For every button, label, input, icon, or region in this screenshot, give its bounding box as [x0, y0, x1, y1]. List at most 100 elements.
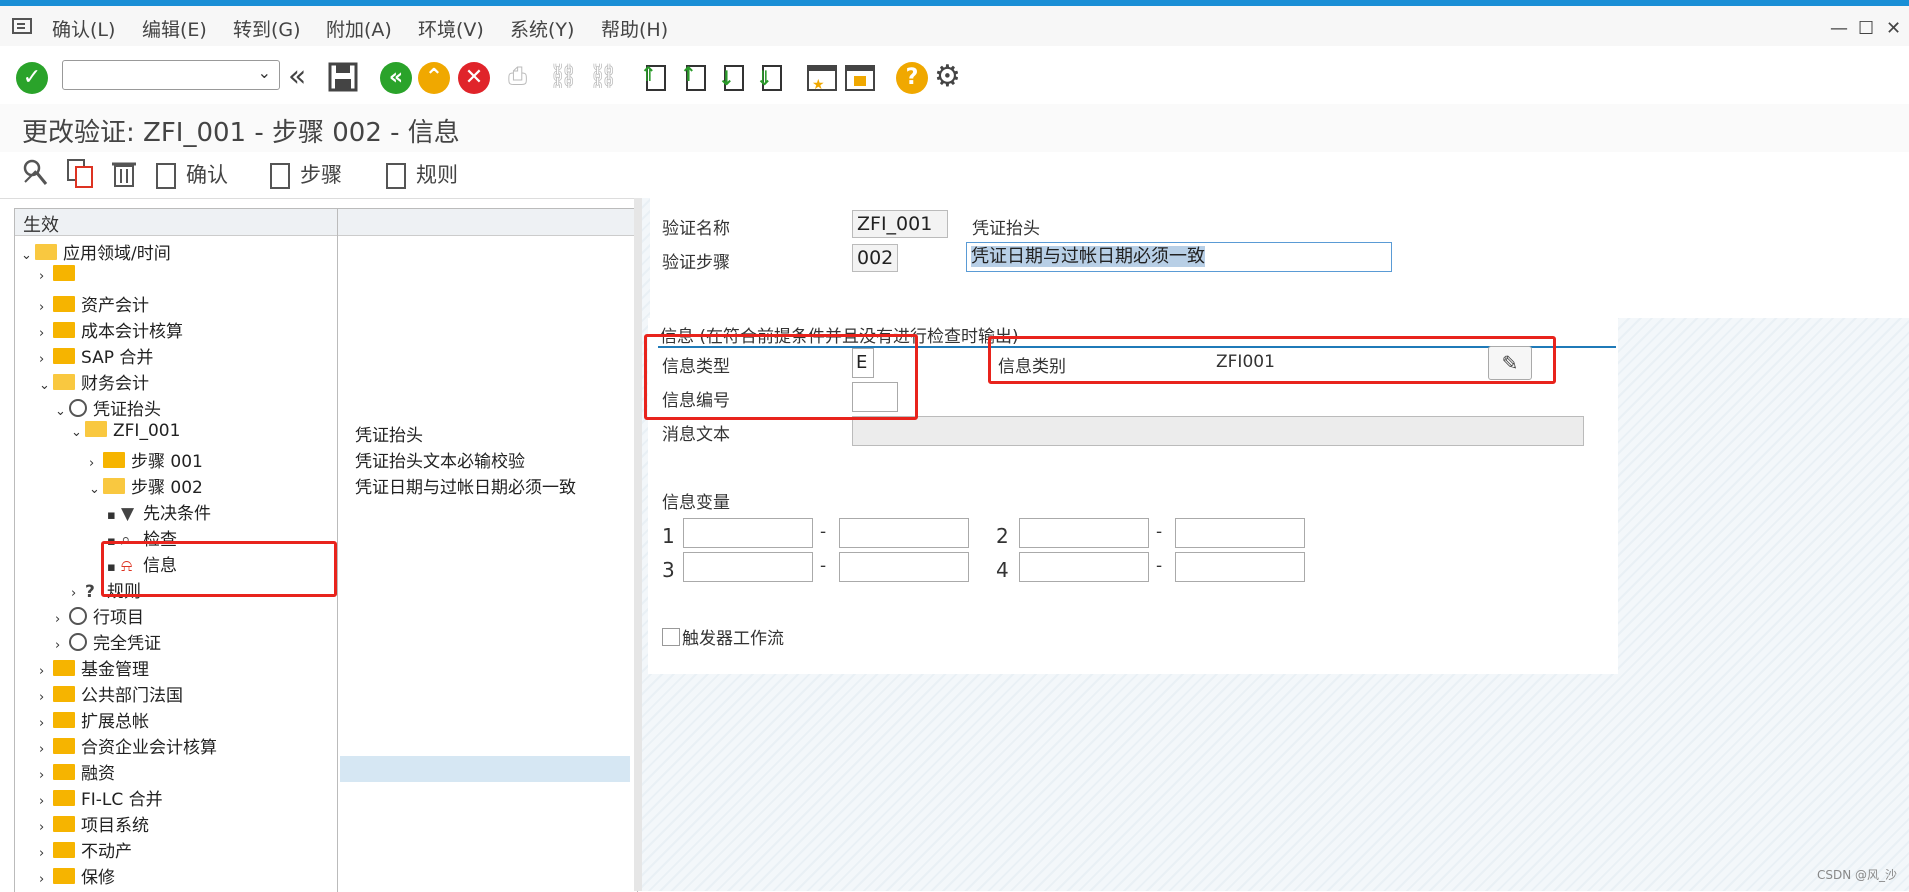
- var-4-from-input[interactable]: [1019, 552, 1149, 582]
- tree-node-asset-accounting[interactable]: › 资产会计: [39, 291, 149, 317]
- command-field[interactable]: ⌄: [62, 60, 280, 90]
- back-icon[interactable]: «: [380, 62, 412, 94]
- tree-node-funds-management[interactable]: › 基金管理: [39, 655, 149, 681]
- var-num-1: 1: [662, 524, 675, 548]
- selected-row-highlight: [340, 756, 630, 782]
- tree-node-financial-accounting[interactable]: ⌄ 财务会计: [39, 369, 149, 395]
- close-window-icon[interactable]: ✕: [1886, 18, 1901, 39]
- tree-node-financing[interactable]: › 融资: [39, 759, 115, 785]
- tree-node-step-001[interactable]: › 步骤 001: [89, 447, 203, 473]
- chevron-down-icon[interactable]: ⌄: [258, 63, 271, 82]
- cancel-icon[interactable]: ✕: [458, 62, 490, 94]
- command-input[interactable]: [67, 61, 251, 89]
- tree-node-real-estate[interactable]: › 不动产: [39, 837, 132, 863]
- exit-icon[interactable]: ⌃: [418, 62, 450, 94]
- var-4-to-input[interactable]: [1175, 552, 1305, 582]
- tree-node-document-header[interactable]: ⌄ 凭证抬头: [55, 395, 161, 421]
- delete-icon[interactable]: [110, 158, 138, 192]
- next-page-icon[interactable]: ↓: [718, 62, 750, 94]
- tree-node-label: 先决条件: [143, 504, 211, 524]
- folder-icon: [53, 868, 75, 884]
- pane-splitter[interactable]: [634, 198, 642, 891]
- step-label: 步骤: [300, 163, 342, 187]
- help-icon[interactable]: ?: [896, 62, 928, 94]
- settings-icon[interactable]: ⚙: [934, 62, 966, 94]
- confirm-label: 确认: [186, 163, 228, 187]
- menu-confirm[interactable]: 确认(L): [52, 15, 115, 42]
- tree-node-application-area[interactable]: ⌄ 应用领域/时间: [21, 239, 171, 265]
- tree-node-project-system[interactable]: › 项目系统: [39, 811, 149, 837]
- prev-page-icon[interactable]: ↑: [680, 62, 712, 94]
- var-2-from-input[interactable]: [1019, 518, 1149, 548]
- validation-step-label: 验证步骤: [662, 253, 730, 273]
- tree-node-complete-document[interactable]: › 完全凭证: [55, 629, 161, 655]
- menu-goto[interactable]: 转到(G): [233, 15, 301, 42]
- step-description-input[interactable]: 凭证日期与过帐日期必须一致: [966, 242, 1392, 272]
- menu-help[interactable]: 帮助(H): [601, 15, 668, 42]
- menu-edit[interactable]: 编辑(E): [142, 15, 207, 42]
- validation-name-field[interactable]: ZFI_001: [852, 210, 948, 238]
- folder-icon: [53, 660, 75, 676]
- enter-icon[interactable]: ✓: [16, 62, 48, 94]
- tree-node-line-item[interactable]: › 行项目: [55, 603, 144, 629]
- var-4-dash: -: [1156, 556, 1163, 576]
- shortcut-icon[interactable]: [844, 62, 876, 94]
- last-page-icon[interactable]: ⇓: [756, 62, 788, 94]
- menu-environment[interactable]: 环境(V): [418, 15, 484, 42]
- tree-node-extended-ledger[interactable]: › 扩展总帐: [39, 707, 149, 733]
- tree-node-label: 步骤 002: [131, 478, 203, 498]
- tree-header: 生效: [15, 209, 635, 236]
- var-num-3: 3: [662, 558, 675, 582]
- validation-name-label: 验证名称: [662, 219, 730, 239]
- tree-node-filc-consolidation[interactable]: › FI-LC 合并: [39, 785, 163, 811]
- tree-node-label: 凭证抬头: [93, 400, 161, 420]
- tree-node-public-sector-france[interactable]: › 公共部门法国: [39, 681, 183, 707]
- minimize-icon[interactable]: —: [1830, 18, 1848, 39]
- message-group: 信息 (在符合前提条件并且没有进行检查时输出) 信息类型 E 信息编号 信息类别…: [644, 318, 1618, 674]
- save-icon[interactable]: [328, 62, 360, 94]
- tree-node-joint-venture[interactable]: › 合资企业会计核算: [39, 733, 217, 759]
- back-double-icon[interactable]: «: [288, 62, 320, 94]
- tree-node-label: 保修: [81, 868, 115, 888]
- var-3-from-input[interactable]: [683, 552, 813, 582]
- menu-system[interactable]: 系统(Y): [510, 15, 574, 42]
- create-session-icon[interactable]: ★: [806, 62, 838, 94]
- tree-node-warranty[interactable]: › 保修: [39, 863, 115, 889]
- workflow-checkbox[interactable]: [662, 628, 680, 646]
- tree-node-label: SAP 合并: [81, 348, 154, 368]
- folder-icon: [53, 296, 75, 312]
- copy-icon[interactable]: [66, 158, 96, 192]
- var-1-from-input[interactable]: [683, 518, 813, 548]
- rule-label: 规则: [416, 163, 458, 187]
- tree-node-unnamed[interactable]: ›: [39, 265, 81, 291]
- validation-tree: 生效 ⌄ 应用领域/时间 › › 资产会计 › 成本会计核算 › SAP 合并 ⌄ 财务会…: [14, 208, 638, 892]
- menu-extras[interactable]: 附加(A): [326, 15, 392, 42]
- rule-button[interactable]: 规则: [386, 158, 458, 192]
- app-menu-icon[interactable]: [12, 18, 32, 34]
- svg-text:★: ★: [812, 77, 825, 93]
- folder-icon: [53, 764, 75, 780]
- tree-node-step-002[interactable]: ⌄ 步骤 002: [89, 473, 203, 499]
- tree-node-sap-consolidation[interactable]: › SAP 合并: [39, 343, 153, 369]
- tree-node-cost-accounting[interactable]: › 成本会计核算: [39, 317, 183, 343]
- clock-icon: [69, 633, 87, 651]
- var-1-to-input[interactable]: [839, 518, 969, 548]
- filter-icon: ▼: [121, 504, 135, 524]
- maximize-icon[interactable]: ☐: [1858, 18, 1874, 39]
- watermark: CSDN @风_沙: [1816, 868, 1897, 882]
- var-2-to-input[interactable]: [1175, 518, 1305, 548]
- tree-node-zfi001[interactable]: ⌄ ZFI_001: [71, 421, 180, 447]
- folder-icon: [53, 790, 75, 806]
- title-bar: 更改验证: ZFI_001 - 步骤 002 - 信息: [0, 104, 1909, 152]
- first-page-icon[interactable]: ⇑: [640, 62, 672, 94]
- validation-step-field[interactable]: 002: [852, 244, 898, 272]
- var-3-to-input[interactable]: [839, 552, 969, 582]
- display-change-icon[interactable]: [22, 158, 50, 192]
- folder-icon: [53, 686, 75, 702]
- step-button[interactable]: 步骤: [270, 158, 342, 192]
- clock-icon: [69, 607, 87, 625]
- tree-desc-zfi001: 凭证抬头: [355, 426, 423, 446]
- folder-icon: [103, 452, 125, 468]
- confirm-button[interactable]: 确认: [156, 158, 228, 192]
- tree-node-prerequisite[interactable]: ▪ ▼ 先决条件: [107, 499, 211, 525]
